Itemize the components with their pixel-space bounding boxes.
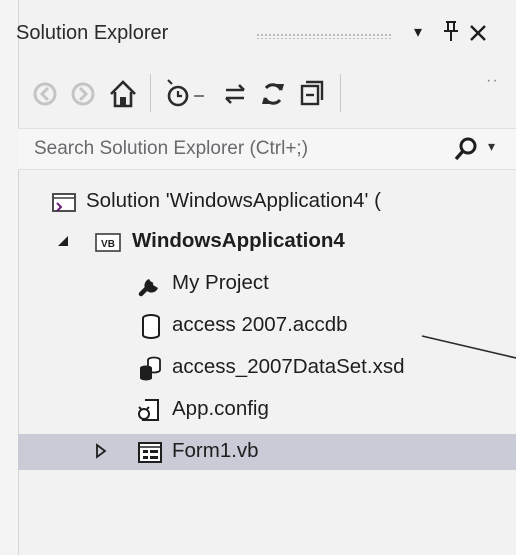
database-icon (142, 314, 160, 339)
close-button[interactable] (468, 20, 488, 50)
solution-icon (52, 193, 76, 212)
search-button[interactable] (448, 134, 482, 164)
pin-icon (444, 21, 458, 41)
tree-item-label: Solution 'WindowsApplication4' ( (86, 189, 381, 212)
tree-item-label: access 2007.accdb (172, 313, 348, 336)
pending-changes-filter-button[interactable] (160, 72, 210, 112)
close-icon (470, 25, 486, 41)
search-input[interactable]: Search Solution Explorer (Ctrl+;) ▾ (18, 128, 516, 170)
toolbar-separator (150, 74, 151, 112)
tree-item-label: App.config (172, 397, 269, 420)
dataset-icon (140, 356, 161, 381)
vb-project-icon: VB (94, 228, 122, 256)
wrench-icon (138, 279, 158, 297)
sync-with-active-document-button[interactable] (218, 72, 252, 112)
home-icon (110, 80, 136, 108)
collapse-all-button[interactable] (294, 72, 328, 112)
back-icon (33, 82, 57, 106)
collapse-all-icon (300, 80, 324, 106)
tree-item-dataset[interactable]: access_2007DataSet.xsd (18, 350, 516, 386)
form-icon (138, 442, 162, 463)
refresh-icon (262, 83, 284, 105)
vb-badge: VB (101, 239, 115, 250)
config-file-icon (138, 399, 159, 421)
toolbar: ·· (16, 72, 499, 118)
collapse-arrow-icon[interactable] (54, 232, 72, 250)
home-button[interactable] (106, 72, 140, 112)
expand-arrow-icon[interactable] (92, 442, 110, 460)
search-icon (454, 137, 477, 161)
tree-item-project[interactable]: VB WindowsApplication4 (18, 224, 516, 260)
pin-button[interactable] (442, 20, 460, 49)
forward-button[interactable] (66, 72, 100, 112)
toolbar-overflow[interactable]: ·· (486, 72, 499, 90)
drag-grip[interactable] (256, 33, 391, 39)
search-placeholder: Search Solution Explorer (Ctrl+;) (34, 138, 309, 159)
tree-item-my-project[interactable]: My Project (18, 266, 516, 302)
window-position-dropdown-button[interactable]: ▾ (414, 20, 422, 46)
toolbar-separator (340, 74, 341, 112)
tree-item-accdb[interactable]: access 2007.accdb (18, 308, 516, 344)
tree-item-label: Form1.vb (172, 439, 259, 462)
tree-item-app-config[interactable]: App.config (18, 392, 516, 428)
tree-item-label: WindowsApplication4 (132, 229, 345, 252)
clock-filter-icon (167, 79, 204, 107)
forward-icon (71, 82, 95, 106)
search-options-dropdown[interactable]: ▾ (488, 138, 495, 155)
panel-title: Solution Explorer (16, 22, 169, 44)
tree-item-solution[interactable]: Solution 'WindowsApplication4' ( (18, 184, 516, 220)
back-button[interactable] (28, 72, 62, 112)
sync-arrows-icon (225, 84, 245, 104)
refresh-button[interactable] (256, 72, 290, 112)
tree-item-label: access_2007DataSet.xsd (172, 355, 405, 378)
title-bar: Solution Explorer ▾ (16, 18, 496, 50)
tree-item-label: My Project (172, 271, 269, 294)
tree-item-form1[interactable]: Form1.vb (18, 434, 516, 470)
